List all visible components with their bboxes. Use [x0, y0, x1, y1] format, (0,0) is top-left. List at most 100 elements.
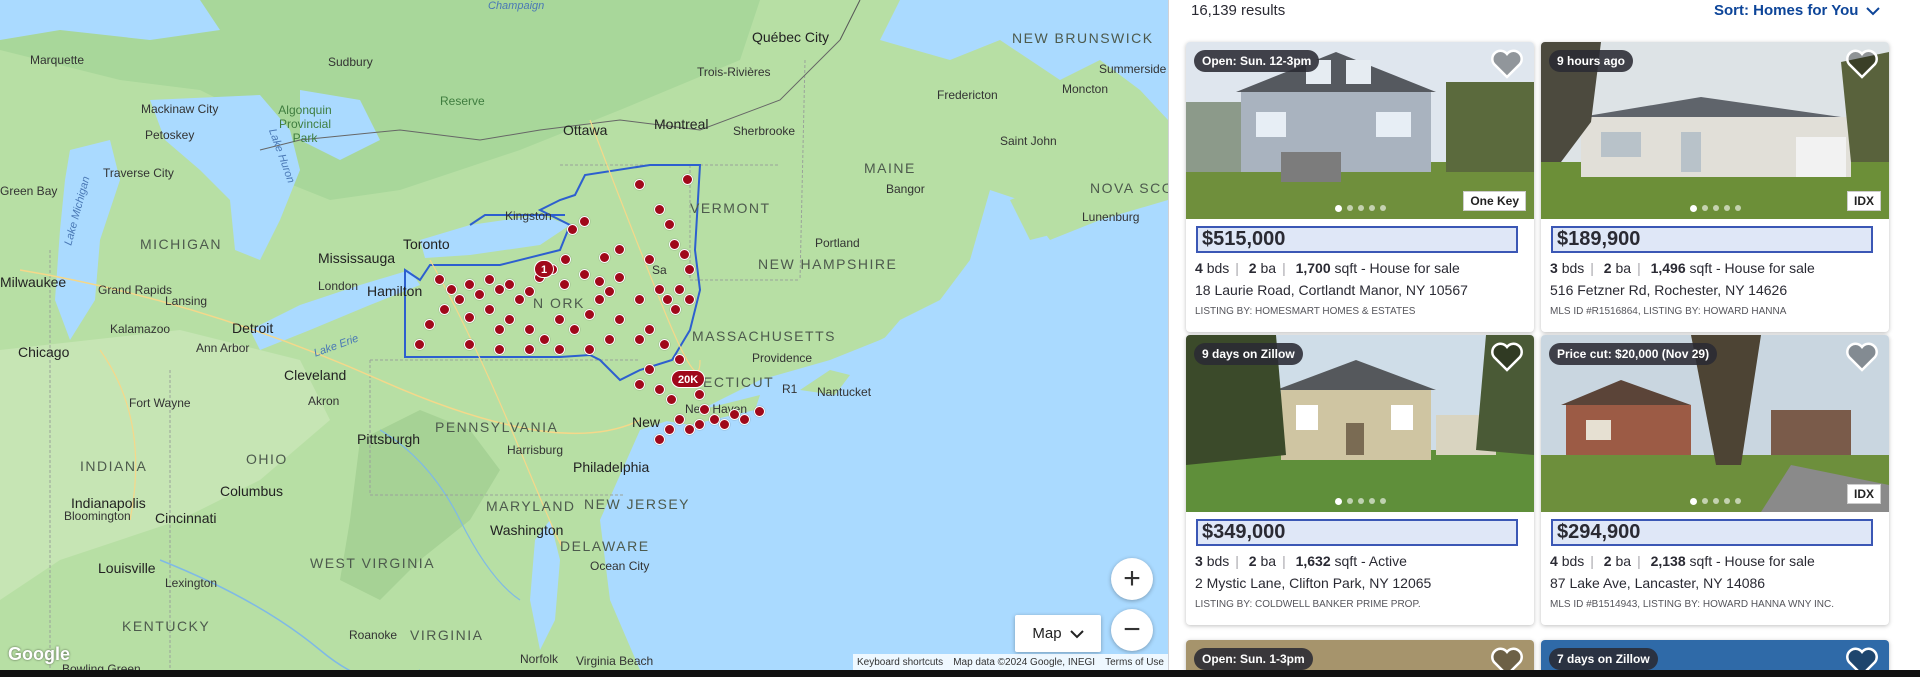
heart-icon[interactable]: [1845, 341, 1879, 373]
zoom-out-button[interactable]: −: [1111, 609, 1153, 651]
listing-marker[interactable]: [659, 339, 670, 350]
listing-marker[interactable]: [474, 289, 485, 300]
listing-marker[interactable]: [666, 394, 677, 405]
listing-marker[interactable]: [654, 204, 665, 215]
listing-marker[interactable]: [654, 384, 665, 395]
listing-card[interactable]: Price cut: $20,000 (Nov 29) IDX $294,900…: [1541, 335, 1889, 625]
listing-marker[interactable]: [684, 294, 695, 305]
listing-marker[interactable]: [644, 254, 655, 265]
listing-marker[interactable]: [664, 219, 675, 230]
map-basemap[interactable]: [0, 0, 1168, 670]
listing-marker[interactable]: [654, 284, 665, 295]
listing-marker[interactable]: [634, 334, 645, 345]
listing-marker[interactable]: [434, 274, 445, 285]
listing-marker[interactable]: [754, 406, 765, 417]
listing-photo[interactable]: 7 days on Zillow: [1541, 640, 1889, 670]
listing-card[interactable]: 7 days on Zillow: [1541, 640, 1889, 670]
listing-marker[interactable]: [494, 324, 505, 335]
listing-address[interactable]: 2 Mystic Lane, Clifton Park, NY 12065: [1195, 575, 1431, 591]
listing-marker[interactable]: [514, 294, 525, 305]
listing-marker[interactable]: [614, 314, 625, 325]
listing-marker[interactable]: [594, 294, 605, 305]
listing-marker[interactable]: [524, 344, 535, 355]
listing-marker[interactable]: [446, 284, 457, 295]
listing-marker[interactable]: [504, 279, 515, 290]
terms-link[interactable]: Terms of Use: [1105, 657, 1164, 668]
listing-marker[interactable]: [664, 424, 675, 435]
listing-marker[interactable]: [524, 286, 535, 297]
heart-icon[interactable]: [1845, 646, 1879, 670]
listing-marker[interactable]: [484, 304, 495, 315]
listing-marker[interactable]: [674, 354, 685, 365]
listing-marker[interactable]: [674, 284, 685, 295]
listing-marker[interactable]: [464, 339, 475, 350]
listing-marker[interactable]: [634, 179, 645, 190]
listing-address[interactable]: 516 Fetzner Rd, Rochester, NY 14626: [1550, 282, 1787, 298]
listing-marker[interactable]: [454, 294, 465, 305]
listing-marker[interactable]: [579, 269, 590, 280]
photo-dots[interactable]: [1541, 498, 1889, 505]
listing-marker[interactable]: [669, 239, 680, 250]
listing-marker[interactable]: [614, 244, 625, 255]
listing-marker[interactable]: [569, 324, 580, 335]
sort-dropdown[interactable]: Sort: Homes for You: [1714, 2, 1881, 19]
map-panel[interactable]: MICHIGAN INDIANA OHIO PENNSYLVANIA NEW J…: [0, 0, 1168, 670]
listing-marker[interactable]: [662, 294, 673, 305]
cluster-marker[interactable]: 20K: [671, 370, 706, 388]
listing-marker[interactable]: [464, 279, 475, 290]
listing-marker[interactable]: [644, 364, 655, 375]
listing-marker[interactable]: [614, 272, 625, 283]
listing-marker[interactable]: [682, 174, 693, 185]
listing-marker[interactable]: [674, 414, 685, 425]
results-list[interactable]: 16,139 results Sort: Homes for You Open:…: [1168, 0, 1920, 670]
listing-marker[interactable]: [634, 379, 645, 390]
listing-photo[interactable]: 9 days on Zillow: [1186, 335, 1534, 512]
photo-dots[interactable]: [1541, 205, 1889, 212]
listing-marker[interactable]: [644, 324, 655, 335]
listing-marker[interactable]: [567, 224, 578, 235]
listing-marker[interactable]: [604, 334, 615, 345]
listing-marker[interactable]: [464, 312, 475, 323]
listing-marker[interactable]: [599, 252, 610, 263]
listing-photo[interactable]: Price cut: $20,000 (Nov 29) IDX: [1541, 335, 1889, 512]
listing-marker[interactable]: [504, 314, 515, 325]
listing-marker[interactable]: [560, 254, 571, 265]
listing-card[interactable]: Open: Sun. 1-3pm: [1186, 640, 1534, 670]
listing-marker[interactable]: [559, 279, 570, 290]
listing-marker[interactable]: [584, 344, 595, 355]
keyboard-shortcuts-link[interactable]: Keyboard shortcuts: [857, 657, 943, 668]
listing-photo[interactable]: Open: Sun. 12-3pm One Key: [1186, 42, 1534, 219]
photo-dots[interactable]: [1186, 498, 1534, 505]
heart-icon[interactable]: [1490, 48, 1524, 80]
listing-marker[interactable]: [484, 274, 495, 285]
listing-photo[interactable]: Open: Sun. 1-3pm: [1186, 640, 1534, 670]
listing-marker[interactable]: [694, 419, 705, 430]
listing-marker[interactable]: [594, 276, 605, 287]
listing-marker[interactable]: [634, 294, 645, 305]
listing-marker[interactable]: [579, 216, 590, 227]
heart-icon[interactable]: [1845, 48, 1879, 80]
listing-marker[interactable]: [739, 414, 750, 425]
listing-card[interactable]: Open: Sun. 12-3pm One Key $515,000 4 bds…: [1186, 42, 1534, 332]
listing-address[interactable]: 18 Laurie Road, Cortlandt Manor, NY 1056…: [1195, 282, 1468, 298]
listing-card[interactable]: 9 days on Zillow $349,000 3 bds | 2 ba | 1…: [1186, 335, 1534, 625]
listing-marker[interactable]: [494, 344, 505, 355]
listing-photo[interactable]: 9 hours ago IDX: [1541, 42, 1889, 219]
listing-marker[interactable]: [654, 434, 665, 445]
heart-icon[interactable]: [1490, 341, 1524, 373]
map-type-button[interactable]: Map: [1015, 615, 1101, 652]
listing-card[interactable]: 9 hours ago IDX $189,900 3 bds | 2 ba | 1,…: [1541, 42, 1889, 332]
listing-marker[interactable]: [604, 286, 615, 297]
listing-marker[interactable]: [694, 389, 705, 400]
listing-marker[interactable]: [670, 304, 681, 315]
listing-marker[interactable]: [684, 264, 695, 275]
listing-marker[interactable]: [539, 334, 550, 345]
listing-address[interactable]: 87 Lake Ave, Lancaster, NY 14086: [1550, 575, 1765, 591]
cluster-marker[interactable]: 1: [534, 260, 555, 278]
listing-marker[interactable]: [439, 304, 450, 315]
listing-marker[interactable]: [679, 249, 690, 260]
listing-marker[interactable]: [584, 309, 595, 320]
listing-marker[interactable]: [524, 324, 535, 335]
listing-marker[interactable]: [424, 319, 435, 330]
heart-icon[interactable]: [1490, 646, 1524, 670]
